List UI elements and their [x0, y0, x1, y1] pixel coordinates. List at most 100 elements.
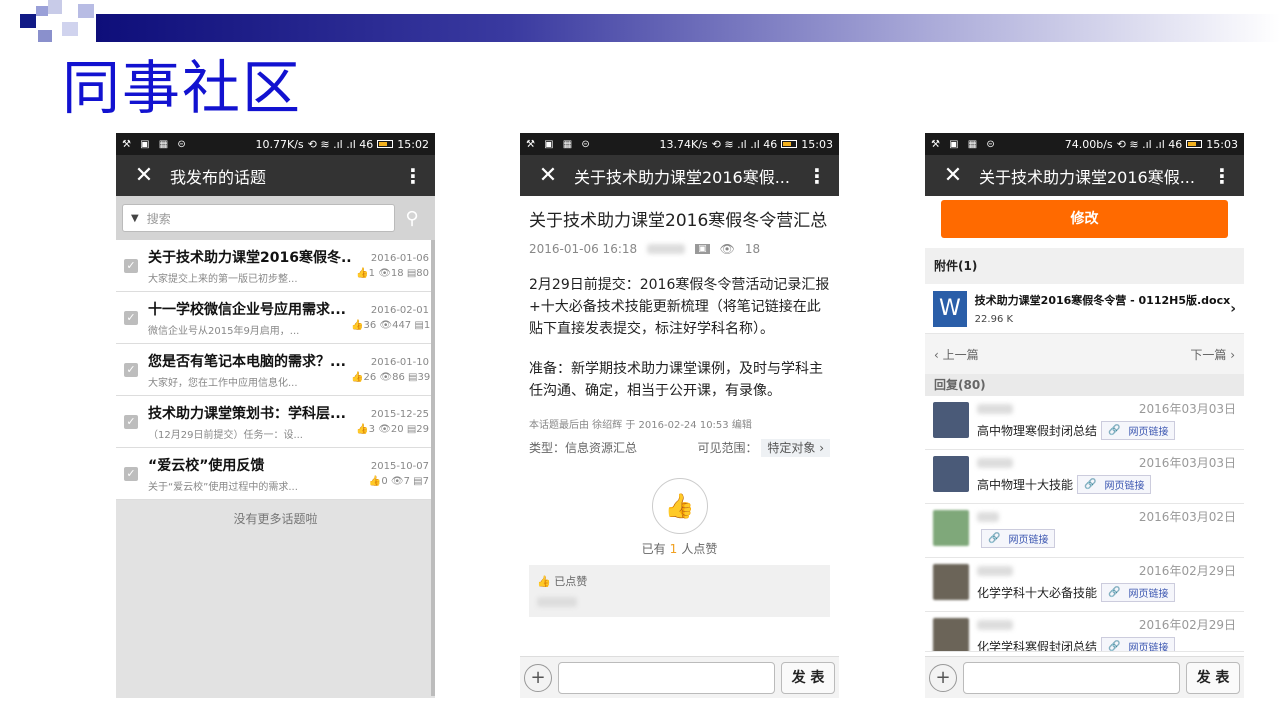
topic-stats: 👍0 👁7 ▤7 [351, 476, 429, 487]
prev-post-link[interactable]: ‹ 上一篇 [934, 346, 979, 363]
close-icon[interactable]: ✕ [530, 163, 566, 188]
thumbs-up-icon: 👍 [368, 475, 382, 487]
more-menu-icon[interactable]: ⋮ [401, 164, 425, 188]
screen-title: 我发布的话题 [170, 167, 267, 187]
topic-row[interactable]: ✓ 技术助力课堂策划书：学科层... （12月29日前提交）任务一：设... 2… [116, 396, 435, 448]
blurred-user-name [977, 404, 1013, 414]
app-titlebar: ✕ 我发布的话题 ⋮ [116, 155, 435, 196]
reply-date: 2016年03月03日 [1138, 402, 1236, 416]
reply-item[interactable]: 2016年03月02日 🔗 网页链接 [925, 504, 1244, 558]
comment-input[interactable] [558, 661, 775, 694]
like-prefix: 已有 [641, 542, 666, 556]
reply-date: 2016年03月02日 [1138, 510, 1236, 524]
attachment-item[interactable]: W 技术助力课堂2016寒假冬令营 - 0112H5版.docx 22.96 K… [925, 284, 1244, 334]
topic-row[interactable]: ✓ “爱云校”使用反馈 关于“爱云校”使用过程中的需求... 2015-10-0… [116, 448, 435, 500]
eye-icon: 👁 [378, 267, 391, 279]
topic-row[interactable]: ✓ 十一学校微信企业号应用需求... 微信企业号从2015年9月启用，... 2… [116, 292, 435, 344]
plus-icon[interactable]: + [524, 663, 552, 692]
web-link-chip[interactable]: 🔗 网页链接 [981, 529, 1056, 548]
close-icon[interactable]: ✕ [126, 163, 162, 188]
scope-target-link[interactable]: 特定对象 › [761, 439, 830, 457]
send-button[interactable]: 发 表 [1186, 661, 1240, 694]
eye-icon: 👁 [390, 475, 404, 487]
scrollbar[interactable] [431, 240, 435, 696]
replies-body: 修改 附件(1) W 技术助力课堂2016寒假冬令营 - 0112H5版.doc… [925, 200, 1244, 658]
search-input[interactable]: ▼ 搜索 [122, 204, 395, 232]
plus-icon[interactable]: + [929, 663, 957, 692]
thumbs-up-icon: 👍 [356, 267, 369, 279]
battery-icon [377, 140, 394, 148]
checkbox-icon[interactable]: ✓ [124, 414, 138, 429]
close-icon[interactable]: ✕ [935, 163, 971, 188]
send-button[interactable]: 发 表 [781, 661, 835, 694]
topic-stats: 👍26 👁86 ▤39 [351, 371, 430, 383]
topic-stats: 👍36 👁447 ▤1 [351, 319, 431, 331]
more-menu-icon[interactable]: ⋮ [1210, 164, 1234, 188]
blurred-user-name [977, 620, 1013, 630]
avatar[interactable] [933, 564, 969, 600]
web-link-chip[interactable]: 🔗 网页链接 [1101, 583, 1176, 602]
avatar[interactable] [933, 510, 969, 546]
app-titlebar: ✕ 关于技术助力课堂2016寒假... ⋮ [520, 155, 839, 196]
reply-item[interactable]: 2016年02月29日 化学学科寒假封闭总结 🔗 网页链接 [925, 612, 1244, 652]
topic-summary: （12月29日前提交）任务一：设... [148, 429, 303, 441]
edit-note: 本话题最后由 徐绍辉 于 2016-02-24 10:53 编辑 [529, 420, 752, 431]
search-row: ▼ 搜索 ⚲ [116, 196, 435, 240]
checkbox-icon[interactable]: ✓ [124, 310, 138, 325]
topic-summary: 微信企业号从2015年9月启用，... [148, 325, 300, 337]
more-menu-icon[interactable]: ⋮ [805, 164, 829, 188]
slide-title: 同事社区 [62, 54, 303, 122]
checkbox-icon[interactable]: ✓ [124, 362, 138, 377]
like-count: 36 [363, 319, 377, 331]
comment-count: 1 [423, 319, 431, 331]
web-link-chip[interactable]: 🔗 网页链接 [1077, 475, 1152, 494]
topic-summary: 大家提交上来的第一版已初步整... [148, 273, 298, 285]
avatar[interactable] [933, 456, 969, 492]
link-icon: 🔗 [1108, 587, 1121, 598]
link-icon: 🔗 [988, 533, 1001, 544]
comment-icon: ▤ [413, 475, 423, 487]
search-icon[interactable]: ⚲ [395, 208, 429, 229]
comment-input[interactable] [963, 661, 1180, 694]
blurred-user-name [977, 566, 1013, 576]
topic-date: 2016-01-06 [370, 252, 429, 264]
web-link-chip[interactable]: 🔗 网页链接 [1101, 637, 1176, 652]
prev-next-nav: ‹ 上一篇 下一篇 › [925, 334, 1244, 374]
reply-item[interactable]: 2016年02月29日 化学学科十大必备技能 🔗 网页链接 [925, 558, 1244, 612]
no-more-topics-text: 没有更多话题啦 [233, 512, 318, 526]
link-label: 网页链接 [1008, 535, 1049, 546]
edit-button[interactable]: 修改 [941, 200, 1228, 238]
eye-icon: 👁 [379, 371, 393, 383]
clock: 15:03 [1206, 137, 1238, 151]
topic-summary: 大家好，您在工作中应用信息化... [148, 377, 298, 389]
article-body: 关于技术助力课堂2016寒假冬令营汇总 2016-01-06 16:18 ▣ 👁… [520, 196, 839, 652]
next-post-link[interactable]: 下一篇 › [1190, 346, 1235, 363]
avatar[interactable] [933, 618, 969, 651]
like-count: 26 [363, 371, 377, 383]
blurred-user-name [537, 597, 577, 607]
view-count: 86 [392, 371, 405, 383]
topic-summary: 关于“爱云校”使用过程中的需求... [148, 481, 298, 493]
avatar[interactable] [933, 402, 969, 438]
article-views: 18 [744, 242, 761, 256]
phone-topic-list: ⚒ ▣ ▦ ⊝ 10.77K/s ⟲ ≋ .ıl .ıl 46 15:02 ✕ … [116, 133, 435, 698]
thumbs-up-button[interactable]: 👍 [651, 478, 708, 534]
reply-item[interactable]: 2016年03月03日 高中物理十大技能 🔗 网页链接 [925, 450, 1244, 504]
comment-icon: ▤ [414, 319, 424, 331]
reply-item[interactable]: 2016年03月03日 高中物理寒假封闭总结 🔗 网页链接 [925, 396, 1244, 450]
reply-text: 高中物理十大技能 [977, 478, 1074, 492]
checkbox-icon[interactable]: ✓ [124, 466, 138, 481]
topic-title: 十一学校微信企业号应用需求... [148, 301, 346, 318]
link-label: 网页链接 [1128, 643, 1169, 652]
scope-value: 特定对象 [767, 441, 816, 455]
dropdown-caret-icon[interactable]: ▼ [131, 213, 139, 224]
app-titlebar: ✕ 关于技术助力课堂2016寒假... ⋮ [925, 155, 1244, 196]
like-count: 0 [381, 475, 388, 487]
decor-square [36, 6, 48, 16]
topic-row[interactable]: ✓ 关于技术助力课堂2016寒假冬... 大家提交上来的第一版已初步整... 2… [116, 240, 435, 292]
web-link-chip[interactable]: 🔗 网页链接 [1101, 421, 1176, 440]
topic-row[interactable]: ✓ 您是否有笔记本电脑的需求？... 大家好，您在工作中应用信息化... 201… [116, 344, 435, 396]
checkbox-icon[interactable]: ✓ [124, 258, 138, 273]
topic-stats: 👍1 👁18 ▤80 [351, 268, 429, 279]
comment-icon: ▤ [406, 423, 417, 435]
